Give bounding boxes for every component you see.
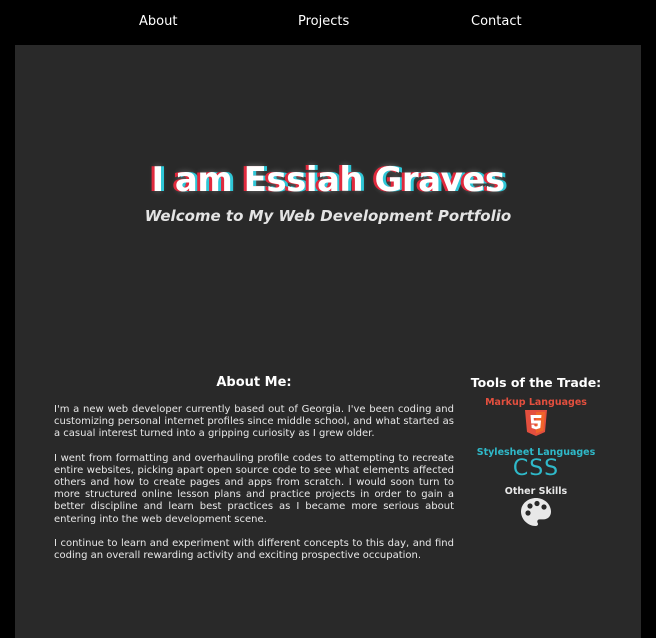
top-nav: About Projects Contact [0, 0, 656, 44]
hero-title: I am Essiah Graves [151, 160, 505, 200]
tools-heading: Tools of the Trade: [470, 375, 602, 390]
palette-icon [520, 497, 552, 531]
html5-icon [524, 410, 548, 440]
about-paragraph: I'm a new web developer currently based … [54, 404, 454, 440]
about-heading: About Me: [216, 375, 292, 390]
about-paragraph: I went from formatting and overhauling p… [54, 452, 454, 525]
hero-subtitle: Welcome to My Web Development Portfolio [144, 207, 512, 225]
markup-languages-label: Markup Languages [485, 397, 587, 408]
other-skills-label: Other Skills [504, 486, 568, 497]
nav-about-link[interactable]: About [139, 14, 177, 29]
nav-contact-link[interactable]: Contact [471, 14, 522, 29]
about-text: I'm a new web developer currently based … [54, 404, 454, 574]
nav-projects-link[interactable]: Projects [298, 14, 349, 29]
about-paragraph: I continue to learn and experiment with … [54, 537, 454, 562]
css3-icon: CSS [512, 456, 560, 481]
